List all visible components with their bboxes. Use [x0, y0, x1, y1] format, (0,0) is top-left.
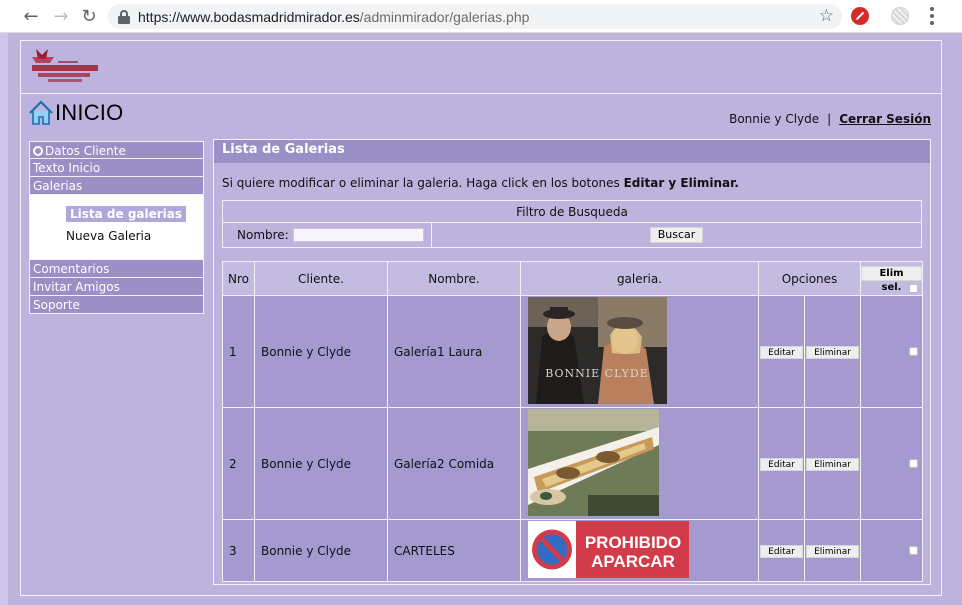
table-header-row: Nro Cliente. Nombre. galeria. Opciones E… — [222, 261, 923, 296]
lock-icon — [118, 9, 130, 24]
sidebar-item-datos-cliente[interactable]: Datos Cliente — [29, 141, 204, 159]
cell-nro: 3 — [222, 519, 255, 582]
home-icon — [28, 100, 54, 126]
reload-icon[interactable]: ↻ — [74, 0, 104, 33]
edit-button[interactable]: Editar — [760, 346, 803, 359]
delete-selected-button[interactable]: Elim sel. — [861, 265, 922, 293]
table-row: 1 Bonnie y Clyde Galería1 Laura BONNIE C… — [222, 295, 923, 408]
url-text: https://www.bodasmadridmirador.es/adminm… — [138, 8, 530, 25]
galleries-table: Nro Cliente. Nombre. galeria. Opciones E… — [222, 261, 923, 582]
table-row: 2 Bonnie y Clyde Galería2 Comida Editar — [222, 407, 923, 520]
section-title: Lista de Galerias — [214, 140, 930, 163]
site-logo[interactable] — [24, 45, 102, 87]
address-bar[interactable]: https://www.bodasmadridmirador.es/adminm… — [108, 4, 842, 29]
forward-icon[interactable]: → — [46, 0, 76, 33]
sidebar-item-galerias[interactable]: Galerias — [29, 177, 204, 195]
cell-nombre: Galería1 Laura — [387, 295, 521, 408]
cell-galeria: PROHIBIDO APARCAR — [520, 519, 759, 582]
table-row: 3 Bonnie y Clyde CARTELES PROHIBIDO APAR… — [222, 519, 923, 582]
sign-text-prohibido: PROHIBIDO — [585, 533, 681, 552]
row-select-checkbox[interactable] — [909, 458, 918, 468]
column-header-cliente: Cliente. — [254, 261, 388, 296]
column-header-nro: Nro — [222, 261, 255, 296]
column-header-nombre: Nombre. — [387, 261, 521, 296]
extension-adblock-icon[interactable] — [851, 7, 869, 25]
sidebar-item-comentarios[interactable]: Comentarios — [29, 260, 204, 278]
user-bar-separator: | — [827, 112, 832, 126]
cell-nombre: Galería2 Comida — [387, 407, 521, 520]
info-text: Si quiere modificar o eliminar la galeri… — [222, 176, 739, 190]
extension-icon[interactable] — [891, 7, 909, 25]
header-divider — [20, 93, 942, 94]
search-button[interactable]: Buscar — [649, 227, 704, 243]
cell-cliente: Bonnie y Clyde — [254, 407, 388, 520]
delete-button[interactable]: Eliminar — [806, 545, 859, 558]
user-name: Bonnie y Clyde — [729, 112, 820, 126]
column-header-opciones: Opciones — [758, 261, 861, 296]
row-select-checkbox[interactable] — [909, 545, 918, 555]
sign-text-aparcar: APARCAR — [591, 552, 675, 571]
search-filter: Filtro de Busqueda Nombre: Buscar — [222, 200, 922, 248]
browser-toolbar: ← → ↻ https://www.bodasmadridmirador.es/… — [0, 0, 962, 33]
row-select-checkbox[interactable] — [909, 346, 918, 356]
cell-cliente: Bonnie y Clyde — [254, 295, 388, 408]
sidebar-item-soporte[interactable]: Soporte — [29, 296, 204, 314]
bookmark-star-icon[interactable]: ☆ — [819, 6, 834, 26]
thumbnail-caption: BONNIE CLYDE — [545, 367, 649, 380]
name-search-input[interactable] — [292, 228, 424, 242]
gallery-thumbnail-bonnie-clyde[interactable]: BONNIE CLYDE — [528, 297, 667, 404]
gallery-thumbnail-comida[interactable] — [528, 409, 659, 516]
column-header-elim-sel: Elim sel. — [860, 261, 923, 296]
sidebar-submenu: Lista de galerias Nueva Galeria — [29, 195, 204, 260]
sidebar-item-invitar-amigos[interactable]: Invitar Amigos — [29, 278, 204, 296]
cell-nro: 2 — [222, 407, 255, 520]
name-label: Nombre: — [237, 228, 289, 242]
gear-icon — [33, 146, 43, 156]
cell-cliente: Bonnie y Clyde — [254, 519, 388, 582]
sidebar: Datos Cliente Texto Inicio Galerias List… — [29, 141, 204, 314]
delete-button[interactable]: Eliminar — [806, 346, 859, 359]
page-title: INICIO — [55, 100, 124, 125]
main-panel: Lista de Galerias Si quiere modificar o … — [213, 139, 931, 585]
logout-link[interactable]: Cerrar Sesión — [839, 112, 931, 126]
submenu-item-nueva-galeria[interactable]: Nueva Galeria — [66, 225, 203, 247]
home-heading[interactable]: INICIO — [28, 100, 123, 126]
filter-title: Filtro de Busqueda — [223, 201, 921, 223]
cell-nro: 1 — [222, 295, 255, 408]
cell-galeria: BONNIE CLYDE — [520, 295, 759, 408]
cell-nombre: CARTELES — [387, 519, 521, 582]
browser-menu-icon[interactable] — [922, 5, 942, 27]
user-bar: Bonnie y Clyde | Cerrar Sesión — [729, 112, 931, 126]
sidebar-item-texto-inicio[interactable]: Texto Inicio — [29, 159, 204, 177]
cell-galeria — [520, 407, 759, 520]
back-icon[interactable]: ← — [16, 0, 46, 33]
submenu-item-lista-galerias[interactable]: Lista de galerias — [66, 203, 203, 225]
select-all-checkbox[interactable] — [909, 283, 918, 293]
gallery-thumbnail-carteles[interactable]: PROHIBIDO APARCAR — [528, 521, 689, 578]
edit-button[interactable]: Editar — [760, 545, 803, 558]
delete-button[interactable]: Eliminar — [806, 458, 859, 471]
column-header-galeria: galeria. — [520, 261, 759, 296]
edit-button[interactable]: Editar — [760, 458, 803, 471]
